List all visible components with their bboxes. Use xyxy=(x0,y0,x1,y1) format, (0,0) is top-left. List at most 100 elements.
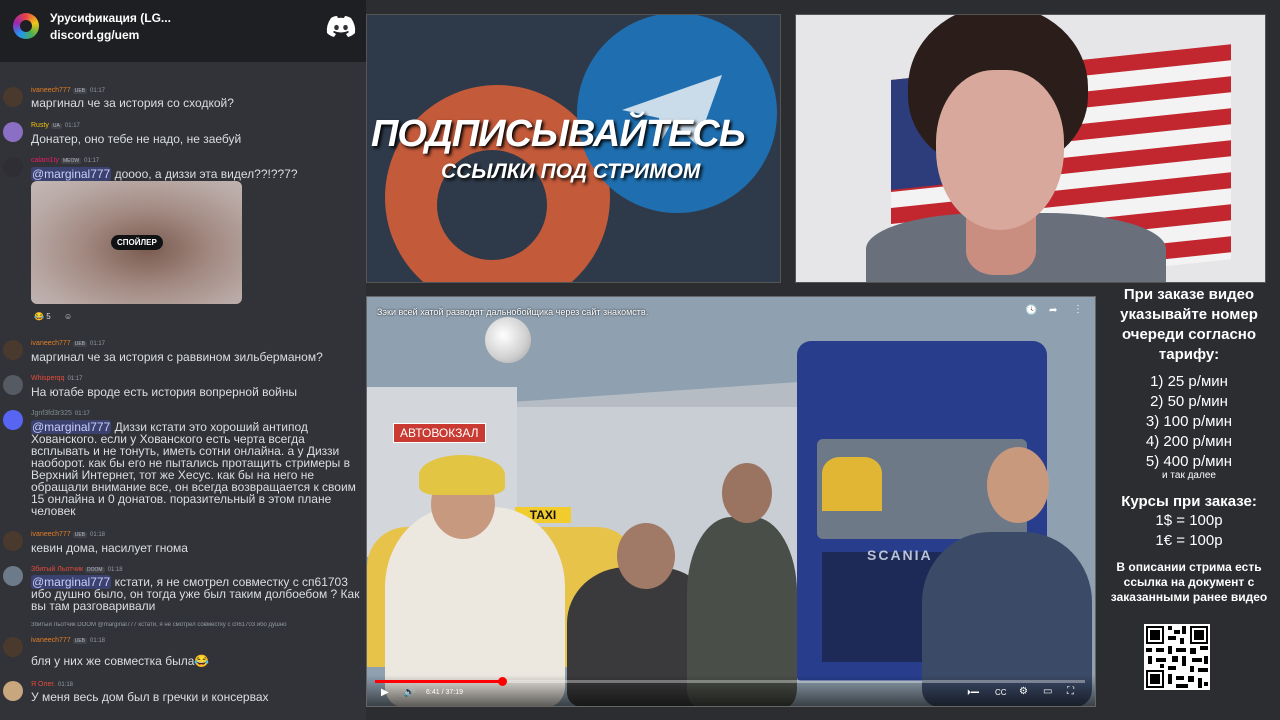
user-badge: UEB xyxy=(72,532,87,538)
rates-block: Курсы при заказе: 1$ = 100р 1€ = 100р xyxy=(1098,492,1280,551)
progress-handle[interactable] xyxy=(498,677,508,686)
progress-fill xyxy=(375,680,503,683)
volume-icon[interactable]: 🔊 xyxy=(403,687,415,698)
clock-icon[interactable]: 🕓 xyxy=(1025,305,1037,316)
message-author[interactable]: Rusty xyxy=(31,122,49,129)
discord-logo-icon xyxy=(326,16,356,37)
message-text: У меня весь дом был в гречки и консервах xyxy=(31,690,269,704)
reaction[interactable]: 😂 5 xyxy=(34,312,51,321)
user-badge: MEOW xyxy=(61,158,82,164)
user-badge: DOOM xyxy=(85,567,105,573)
avatar[interactable] xyxy=(3,87,23,107)
tariff-more: и так далее xyxy=(1162,470,1216,481)
message-time: 01:18 xyxy=(58,682,74,688)
time-display: 6:41 / 37:19 xyxy=(426,689,463,696)
cast-icon[interactable]: ▭ xyxy=(1043,686,1052,697)
message-time: 01:17 xyxy=(89,341,105,347)
avatar[interactable] xyxy=(3,566,23,586)
user-badge: UA xyxy=(50,123,62,129)
avatar[interactable] xyxy=(3,375,23,395)
qr-code[interactable] xyxy=(1144,624,1210,690)
avatar[interactable] xyxy=(3,157,23,177)
message-author[interactable]: Whisperqq xyxy=(31,375,64,382)
user-badge: UEB xyxy=(72,638,87,644)
order-info-panel: При заказе видео указывайте номер очеред… xyxy=(1098,282,1280,720)
avatar[interactable] xyxy=(3,410,23,430)
message-author[interactable]: ivaneech777 xyxy=(31,87,71,94)
user-badge: UEB xyxy=(72,88,87,94)
message-text: бля у них же совместка была😂 xyxy=(31,654,210,668)
message-text: доооо, а диззи эта видел??!??7? xyxy=(111,167,298,181)
promo-banner: ПОДПИСЫВАЙТЕСЬ ССЫЛКИ ПОД СТРИМОМ xyxy=(366,14,781,283)
spoiler-image[interactable]: СПОЙЛЕР xyxy=(31,181,242,304)
user-badge: UEB xyxy=(72,341,87,347)
message-author[interactable]: ivaneech777 xyxy=(31,340,71,347)
person-head xyxy=(987,447,1049,523)
message-text: Донатер, оно тебе не надо, не заебуй xyxy=(31,132,242,146)
cc-icon[interactable]: CC xyxy=(995,688,1007,697)
webcam-feed xyxy=(795,14,1266,283)
server-icon[interactable] xyxy=(13,13,39,39)
avatar[interactable] xyxy=(3,340,23,360)
message-time: 01:17 xyxy=(64,123,80,129)
avatar[interactable] xyxy=(3,637,23,657)
moon xyxy=(485,317,531,363)
rates-heading: Курсы при заказе: xyxy=(1121,493,1257,510)
reaction-count: 5 xyxy=(46,312,51,321)
promo-title: ПОДПИСЫВАЙТЕСЬ xyxy=(371,113,746,155)
truck-brand: SCANIA xyxy=(867,547,933,563)
user-mention[interactable]: @marginal777 xyxy=(31,167,112,181)
tariff-item: 5) 400 р/мин xyxy=(1145,453,1233,470)
station-sign: АВТОВОКЗАЛ xyxy=(393,423,486,443)
more-icon[interactable]: ⋮ xyxy=(1073,304,1083,315)
play-icon[interactable]: ▶ xyxy=(381,687,389,698)
message-author[interactable]: ivaneech777 xyxy=(31,637,71,644)
message-author[interactable]: calam1ty xyxy=(31,157,59,164)
message-author[interactable]: Я Олег. xyxy=(31,681,55,688)
tariff-item: 1) 25 р/мин xyxy=(1150,373,1228,390)
person-hat xyxy=(419,455,505,495)
rate-item: 1$ = 100р xyxy=(1155,512,1223,529)
tariff-list: 1) 25 р/мин 2) 50 р/мин 3) 100 р/мин 4) … xyxy=(1098,372,1280,481)
video-title[interactable]: Зэки всей хатой разводят дальнобойщика ч… xyxy=(377,307,648,317)
promo-subtitle: ССЫЛКИ ПОД СТРИМОМ xyxy=(441,160,701,183)
person-head xyxy=(617,523,675,589)
streamer-face xyxy=(936,70,1064,230)
tariff-item: 2) 50 р/мин xyxy=(1150,393,1228,410)
truck-driver xyxy=(822,457,882,511)
message-time: 01:17 xyxy=(89,88,105,94)
autoplay-toggle-icon[interactable]: ⏵━ xyxy=(967,688,979,698)
add-reaction-icon[interactable]: ☺ xyxy=(64,312,72,321)
description-note: В описании стрима есть ссылка на докумен… xyxy=(1110,560,1268,604)
settings-icon[interactable]: ⚙ xyxy=(1019,686,1028,697)
person-head xyxy=(722,463,772,523)
spoiler-label: СПОЙЛЕР xyxy=(111,235,163,250)
discord-chat-panel: Урусификация (LG... discord.gg/uem ivane… xyxy=(0,0,366,720)
message-time: 01:17 xyxy=(74,411,90,417)
message-text: маргинал че за история с раввином зильбе… xyxy=(31,350,323,364)
order-heading: При заказе видео указывайте номер очеред… xyxy=(1120,286,1258,363)
message-author[interactable]: ivaneech777 xyxy=(31,531,71,538)
fullscreen-icon[interactable]: ⛶ xyxy=(1067,686,1074,697)
avatar[interactable] xyxy=(3,531,23,551)
message-time: 01:18 xyxy=(89,532,105,538)
message-author[interactable]: Збитый Льотчик xyxy=(31,566,83,573)
message-author[interactable]: Jgnf3fd3r325 xyxy=(31,410,72,417)
message-time: 01:17 xyxy=(67,376,83,382)
video-player[interactable]: АВТОВОКЗАЛ TAXI SCANIA Зэки всей хатой р… xyxy=(366,296,1096,707)
tariff-item: 4) 200 р/мин xyxy=(1145,433,1233,450)
message-text: кевин дома, насилует гнома xyxy=(31,541,188,555)
message-text: маргинал че за история со сходкой? xyxy=(31,96,234,110)
message-time: 01:18 xyxy=(107,567,123,573)
message-text: На ютабе вроде есть история вопрерной во… xyxy=(31,385,298,399)
avatar[interactable] xyxy=(3,122,23,142)
discord-header: Урусификация (LG... discord.gg/uem xyxy=(0,0,366,62)
share-icon[interactable]: ➦ xyxy=(1049,305,1057,316)
server-name: Урусификация (LG... xyxy=(50,11,171,25)
reply-preview[interactable]: Збитый Льотчик DOOM @marginal777 кстати,… xyxy=(31,622,366,628)
server-invite-link[interactable]: discord.gg/uem xyxy=(50,28,139,42)
message-time: 01:18 xyxy=(89,638,105,644)
avatar[interactable] xyxy=(3,681,23,701)
progress-bar[interactable] xyxy=(375,677,1085,686)
message-time: 01:17 xyxy=(84,158,100,164)
